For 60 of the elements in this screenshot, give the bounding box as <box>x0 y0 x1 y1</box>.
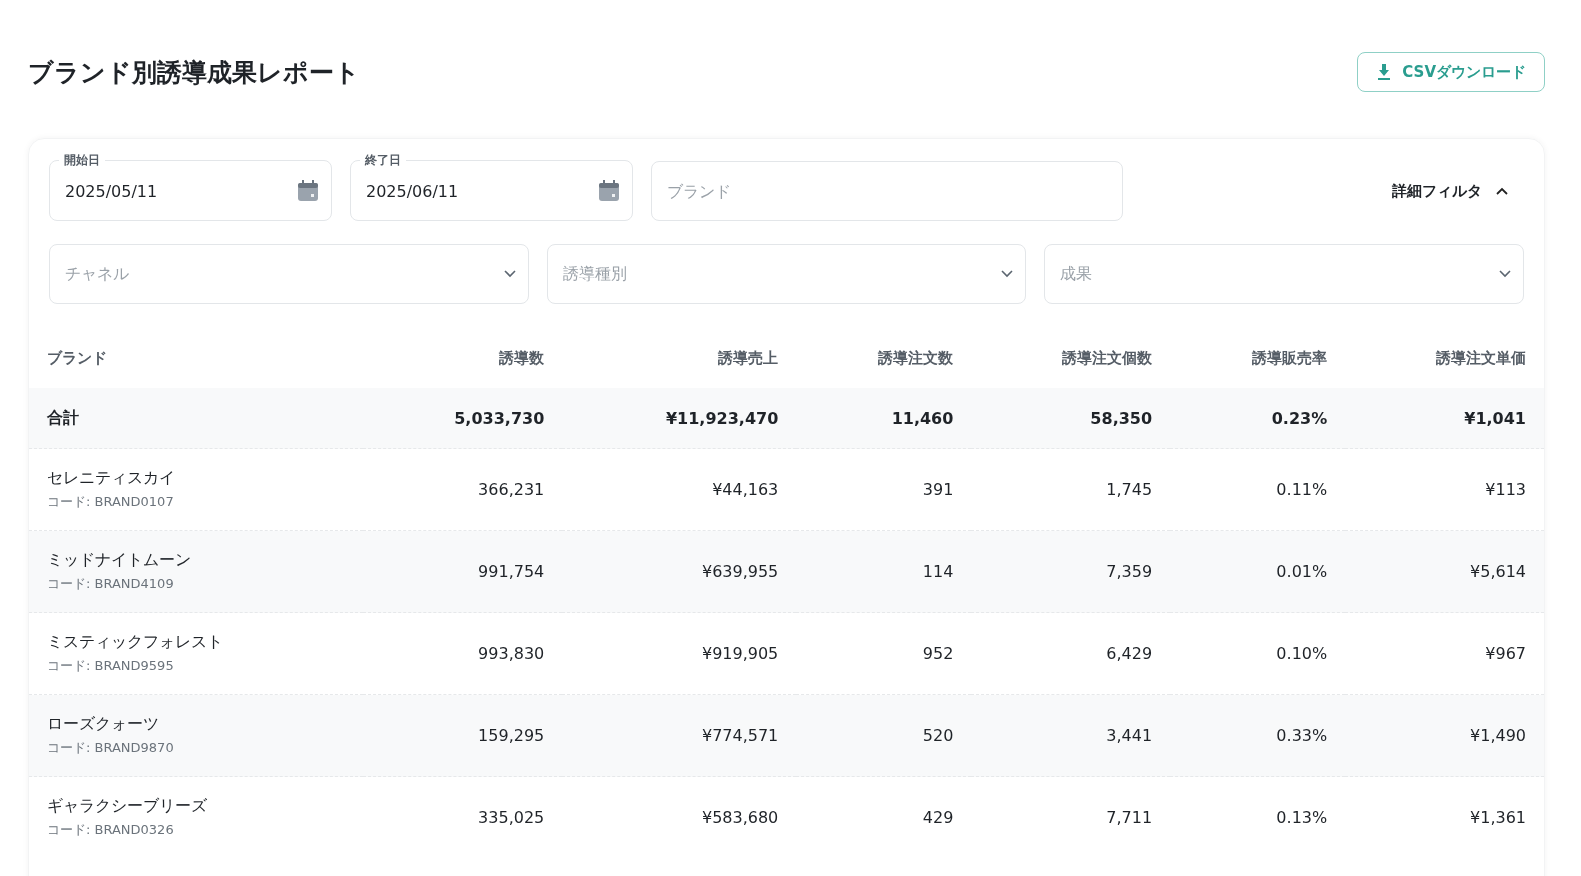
total-cell: 58,350 <box>971 388 1171 449</box>
total-cell: 0.23% <box>1170 388 1346 449</box>
table-cell: 114 <box>796 530 972 613</box>
table-cell: ¥1,490 <box>1345 694 1544 777</box>
table-cell: 429 <box>796 776 972 858</box>
table-cell: 0.13% <box>1170 776 1346 858</box>
calendar-icon <box>297 180 319 202</box>
table-cell: 7,711 <box>971 776 1171 858</box>
table-cell: 0.33% <box>1170 694 1346 777</box>
brand-code: コード: BRAND0326 <box>47 821 175 839</box>
select-field[interactable]: 成果 <box>1044 244 1524 304</box>
table-cell: ¥639,955 <box>562 530 797 613</box>
table-cell: ¥1,361 <box>1345 776 1544 858</box>
detail-filter-toggle[interactable]: 詳細フィルタ <box>1392 177 1524 205</box>
table-cell: ¥774,571 <box>562 694 797 777</box>
brand-name: ミスティックフォレスト <box>47 632 224 653</box>
calendar-icon <box>598 180 620 202</box>
date-field[interactable]: 開始日 2025/05/11 <box>49 152 332 221</box>
total-label: 合計 <box>29 388 364 449</box>
download-icon <box>1376 63 1393 81</box>
total-cell: 5,033,730 <box>363 388 563 449</box>
brand-code: コード: BRAND4109 <box>47 575 175 593</box>
table-cell: 3,441 <box>971 694 1171 777</box>
brand-search-field[interactable]: ブランド <box>651 161 1123 221</box>
date-field[interactable]: 終了日 2025/06/11 <box>350 152 633 221</box>
brand-name: ローズクォーツ <box>47 714 160 735</box>
table-cell: ¥5,614 <box>1345 530 1544 613</box>
page-title: ブランド別誘導成果レポート <box>28 56 360 89</box>
brand-name: ギャラクシーブリーズ <box>47 796 208 817</box>
brand-code: コード: BRAND0107 <box>47 493 175 511</box>
table-cell: 159,295 <box>363 694 563 777</box>
chevron-down-icon <box>1001 270 1014 278</box>
column-header: 誘導数 <box>363 328 563 388</box>
column-header: 誘導注文単価 <box>1345 328 1544 388</box>
table-cell: 335,025 <box>363 776 563 858</box>
chevron-down-icon <box>1499 270 1511 278</box>
brand-code: コード: BRAND9595 <box>47 657 175 675</box>
column-header: 誘導売上 <box>562 328 797 388</box>
total-cell: ¥11,923,470 <box>562 388 797 449</box>
chevron-down-icon <box>503 270 516 278</box>
column-header: 誘導販売率 <box>1170 328 1346 388</box>
field-label: 終了日 <box>364 152 402 168</box>
brand-code: コード: BRAND9870 <box>47 739 175 757</box>
field-label: 開始日 <box>63 152 101 168</box>
csv-download-button[interactable]: CSVダウンロード <box>1357 52 1545 92</box>
table-cell: ¥583,680 <box>562 776 797 858</box>
total-cell: ¥1,041 <box>1345 388 1544 449</box>
select-field[interactable]: 誘導種別 <box>546 244 1027 304</box>
table-cell: 0.01% <box>1170 530 1346 613</box>
table-cell: 991,754 <box>363 530 563 613</box>
column-header: 誘導注文個数 <box>971 328 1171 388</box>
select-field[interactable]: チャネル <box>49 244 529 304</box>
table-cell: 520 <box>796 694 972 777</box>
table-cell: 7,359 <box>971 530 1171 613</box>
total-cell: 11,460 <box>796 388 972 449</box>
brand-name: ミッドナイトムーン <box>47 550 192 571</box>
brand-name: セレニティスカイ <box>47 468 176 489</box>
column-header: ブランド <box>29 328 364 388</box>
column-header: 誘導注文数 <box>796 328 972 388</box>
chevron-icon <box>1496 187 1508 195</box>
